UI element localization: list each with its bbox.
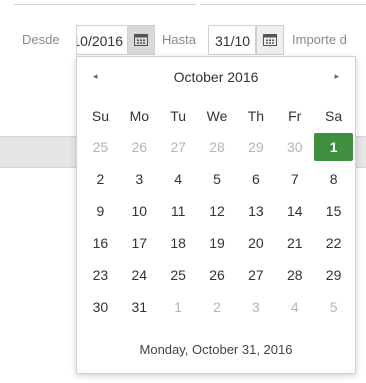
hasta-date-input[interactable]: 31/10	[208, 25, 256, 55]
day-cell[interactable]: 27	[236, 259, 275, 291]
day-cell[interactable]: 19	[198, 227, 237, 259]
day-cell[interactable]: 18	[159, 227, 198, 259]
day-cell[interactable]: 10	[120, 195, 159, 227]
day-cell[interactable]: 2	[198, 291, 237, 323]
divider-segment	[200, 4, 366, 5]
hasta-date-value: 31/10	[215, 33, 251, 49]
desde-date-input[interactable]: 1/10/2016	[76, 25, 128, 55]
desde-date-value: 1/10/2016	[77, 33, 123, 49]
calendar-icon	[263, 34, 277, 46]
day-cell[interactable]: 29	[236, 131, 275, 163]
divider-segment	[14, 4, 196, 5]
day-cell[interactable]: 11	[159, 195, 198, 227]
datepicker-popup: ◂ October 2016 ▸ Su Mo Tu We Th Fr Sa 25 26 27 28 2…	[76, 56, 356, 374]
day-cell[interactable]: 27	[159, 131, 198, 163]
day-cell[interactable]: 9	[81, 195, 120, 227]
day-cell[interactable]: 5	[198, 163, 237, 195]
day-cell[interactable]: 8	[314, 163, 353, 195]
day-cell[interactable]: 7	[275, 163, 314, 195]
week-row: 25 26 27 28 29 30 1	[81, 131, 354, 163]
day-cell[interactable]: 20	[236, 227, 275, 259]
hasta-label: Hasta	[162, 32, 196, 47]
chevron-right-icon[interactable]: ▸	[334, 71, 339, 82]
day-cell[interactable]: 22	[314, 227, 353, 259]
month-title[interactable]: October 2016	[77, 69, 355, 85]
day-cell-selected[interactable]: 1	[314, 133, 354, 161]
day-cell[interactable]: 26	[120, 131, 159, 163]
day-cell[interactable]: 14	[275, 195, 314, 227]
weekday-label: Tu	[170, 108, 187, 124]
importe-label: Importe d	[292, 32, 347, 47]
day-cell[interactable]: 21	[275, 227, 314, 259]
weekday-label: Th	[247, 108, 265, 124]
weekday-label: Sa	[325, 108, 343, 124]
day-cell[interactable]: 23	[81, 259, 120, 291]
desde-label: Desde	[22, 32, 60, 47]
calendar-grid: Su Mo Tu We Th Fr Sa 25 26 27 28 29 30 1 2 3 4 5 6 7 8 9 10 11 1…	[81, 101, 354, 323]
day-cell[interactable]: 2	[81, 163, 120, 195]
day-cell[interactable]: 16	[81, 227, 120, 259]
week-row: 30 31 1 2 3 4 5	[81, 291, 353, 323]
day-cell[interactable]: 28	[275, 259, 314, 291]
day-cell[interactable]: 25	[159, 259, 198, 291]
day-cell[interactable]: 28	[198, 131, 237, 163]
datepicker-header: ◂ October 2016 ▸	[77, 57, 355, 97]
day-cell[interactable]: 1	[159, 291, 198, 323]
weekday-label: Su	[91, 108, 109, 124]
weekday-label: Fr	[288, 108, 302, 124]
date-filter-row: Desde 1/10/2016 Hasta 31/10 Importe d	[0, 22, 366, 56]
weekday-label: We	[206, 108, 228, 124]
week-row: 2345678	[81, 163, 353, 195]
day-cell[interactable]: 15	[314, 195, 353, 227]
day-cell[interactable]: 26	[198, 259, 237, 291]
day-cell[interactable]: 4	[159, 163, 198, 195]
day-cell[interactable]: 3	[120, 163, 159, 195]
selected-date-footer[interactable]: Monday, October 31, 2016	[77, 342, 355, 357]
day-cell[interactable]: 30	[81, 291, 120, 323]
desde-calendar-button[interactable]	[127, 25, 155, 55]
weekday-label: Mo	[129, 108, 150, 124]
week-row: 16 17 18 19 20 21 22	[81, 227, 353, 259]
day-cell[interactable]: 4	[275, 291, 314, 323]
day-cell[interactable]: 5	[314, 291, 353, 323]
calendar-icon	[134, 34, 148, 46]
day-cell[interactable]: 6	[236, 163, 275, 195]
day-cell[interactable]: 30	[275, 131, 314, 163]
top-divider	[0, 0, 366, 6]
day-cell[interactable]: 29	[314, 259, 353, 291]
day-cell[interactable]: 3	[236, 291, 275, 323]
day-cell[interactable]: 25	[81, 131, 120, 163]
day-cell[interactable]: 12	[198, 195, 237, 227]
day-cell[interactable]: 17	[120, 227, 159, 259]
weekday-header-row: Su Mo Tu We Th Fr Sa	[81, 101, 353, 131]
day-cell[interactable]: 13	[236, 195, 275, 227]
week-row: 23 24 25 26 27 28 29	[81, 259, 353, 291]
week-row: 9 10 11 12 13 14 15	[81, 195, 353, 227]
day-cell[interactable]: 24	[120, 259, 159, 291]
hasta-calendar-button[interactable]	[256, 25, 284, 55]
day-cell[interactable]: 31	[120, 291, 159, 323]
